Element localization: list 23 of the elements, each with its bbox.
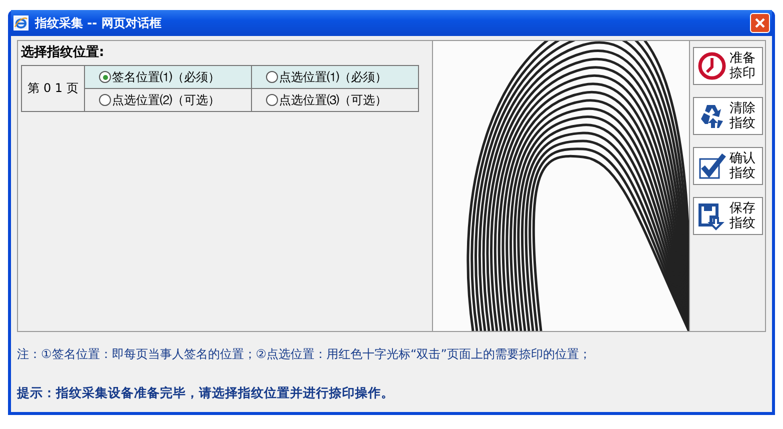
clock-icon bbox=[696, 51, 726, 81]
section-heading: 选择指纹位置: bbox=[21, 44, 106, 61]
hint-text: 提示：指纹采集设备准备完毕，请选择指纹位置并进行捺印操作。 bbox=[17, 385, 395, 402]
toolbar-button[interactable]: 确认指纹 bbox=[692, 147, 762, 185]
floppy-arrow-icon bbox=[696, 201, 726, 231]
radio-button[interactable] bbox=[99, 71, 111, 83]
close-button[interactable] bbox=[750, 13, 770, 33]
radio-button[interactable] bbox=[99, 94, 111, 106]
radio-option[interactable]: 点选位置⑶（可选） bbox=[252, 92, 418, 108]
radio-option[interactable]: 签名位置⑴（必须） bbox=[85, 68, 251, 86]
radio-option[interactable]: 点选位置⑴（必须） bbox=[252, 68, 418, 86]
toolbar-button[interactable]: 准备捺印 bbox=[692, 47, 762, 85]
close-icon bbox=[754, 17, 766, 29]
browser-e-icon bbox=[13, 15, 29, 31]
radio-button[interactable] bbox=[266, 71, 278, 83]
toolbar-button[interactable]: 清除指纹 bbox=[692, 97, 762, 135]
toolbar-button[interactable]: 保存指纹 bbox=[692, 197, 762, 235]
radio-button[interactable] bbox=[266, 94, 278, 106]
page-label: 第 0 1 页 bbox=[22, 66, 84, 112]
note-text: 注：①签名位置：即每页当事人签名的位置；②点选位置：用红色十字光标“双击”页面上的需要捺印的位置； bbox=[17, 346, 592, 363]
radio-option[interactable]: 点选位置⑵（可选） bbox=[85, 92, 251, 108]
checkbox-checked-icon bbox=[696, 151, 726, 181]
window-title: 指纹采集 -- 网页对话框 bbox=[35, 14, 162, 32]
